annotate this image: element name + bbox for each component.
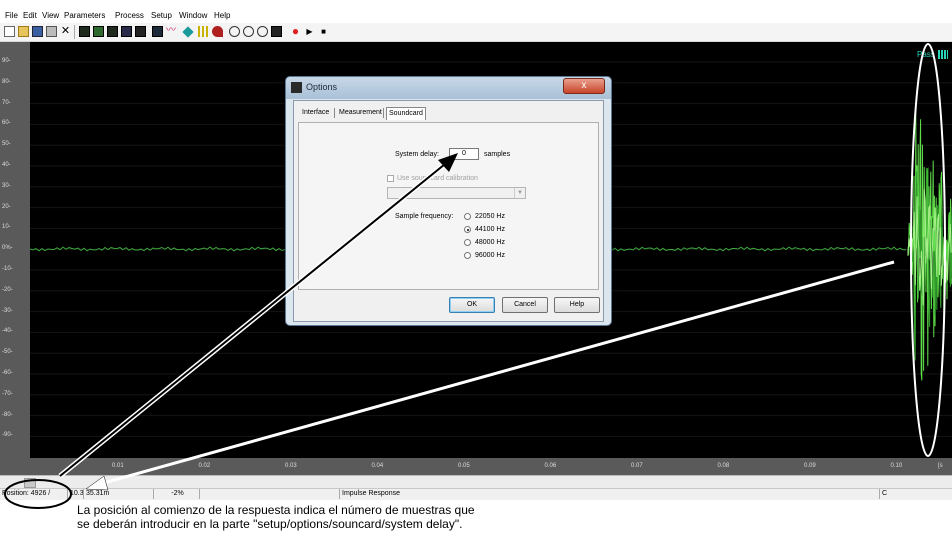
white-arrow	[99, 260, 895, 486]
white-ellipse	[910, 43, 946, 457]
white-arrowhead	[85, 475, 109, 491]
black-ellipse	[4, 479, 72, 509]
black-arrow	[59, 159, 451, 477]
annotation-overlay	[4, 43, 946, 509]
